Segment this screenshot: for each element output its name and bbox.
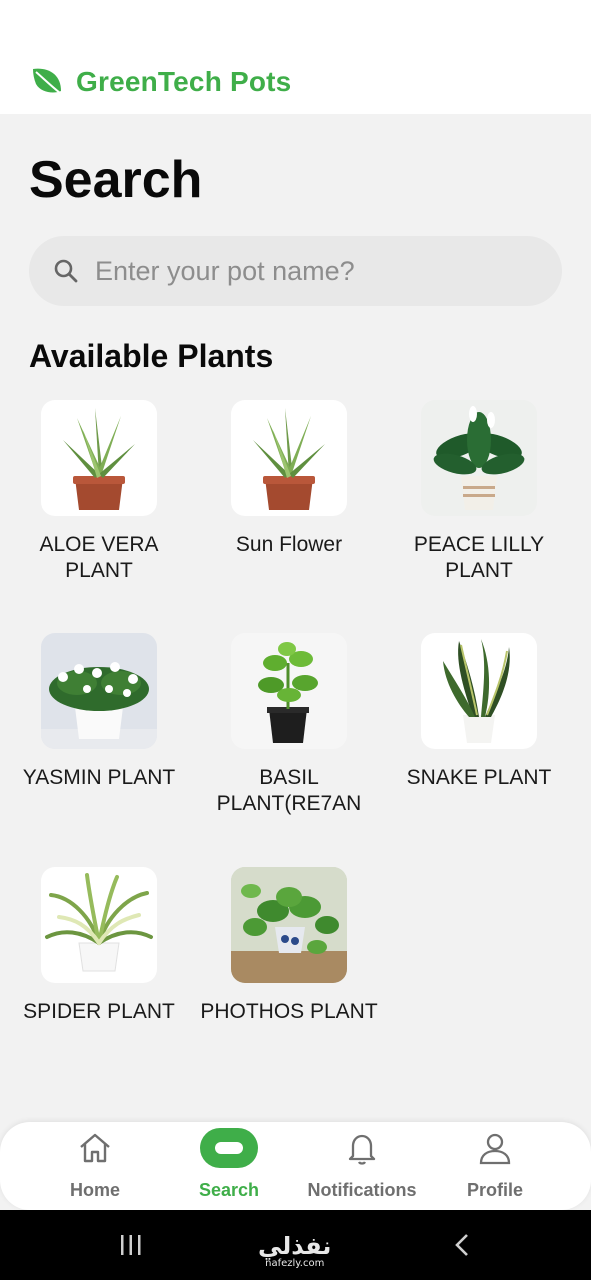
brand-name: GreenTech Pots [76,66,292,97]
plant-name: SPIDER PLANT [23,1000,175,1023]
plant-card[interactable]: BASIL PLANT(RE7AN [194,633,384,817]
aloe-vera-image [41,400,157,516]
nav-home[interactable]: Home [30,1130,160,1206]
nav-label: Home [69,1180,120,1200]
plant-name: SNAKE PLANT [406,766,552,789]
plant-card[interactable]: Sun Flower [194,400,384,558]
spider-plant-image [41,867,157,983]
plant-name: YASMIN PLANT [22,766,176,789]
plant-card[interactable]: PHOTHOS PLANT [194,867,384,1025]
back-icon[interactable] [450,1232,476,1258]
user-icon [479,1133,511,1165]
peace-lily-image [421,400,537,516]
nav-notifications[interactable]: Notifications [297,1130,427,1206]
watermark: نفذلي nafezly.com [258,1232,331,1269]
aloe-vera-image [231,400,347,516]
plant-name: Sun Flower [235,533,343,556]
plant-card[interactable]: PEACE LILLY PLANT [384,400,574,584]
plant-card[interactable]: YASMIN PLANT [4,633,194,791]
plant-name: PEACE LILLY PLANT [413,533,545,582]
pothos-image [231,867,347,983]
nav-label: Notifications [307,1180,417,1200]
plant-card[interactable]: SPIDER PLANT [4,867,194,1025]
snake-plant-image [421,633,537,749]
search-bar[interactable] [29,236,562,306]
plant-name: PHOTHOS PLANT [200,1000,378,1023]
bell-icon [348,1134,376,1165]
watermark-text: نفذلي [258,1232,332,1260]
search-icon [54,259,78,283]
watermark-url: nafezly.com [265,1258,325,1269]
plant-card[interactable]: ALOE VERA PLANT [4,400,194,584]
brand-logo[interactable]: GreenTech Pots [30,62,291,102]
home-icon [80,1133,110,1163]
bottom-navigation: Home Search Notifications Profile [0,1122,591,1210]
search-input[interactable] [95,255,535,287]
app-header: GreenTech Pots [0,0,591,114]
leaf-icon [33,68,61,94]
basil-image [231,633,347,749]
plant-name: BASIL PLANT(RE7AN [216,766,362,815]
plant-name: ALOE VERA PLANT [39,533,159,582]
jasmine-image [41,633,157,749]
recent-apps-icon[interactable] [118,1232,144,1258]
search-pill-icon [200,1128,258,1168]
nav-label: Profile [466,1180,523,1200]
nav-label: Search [198,1180,260,1200]
nav-profile[interactable]: Profile [430,1130,560,1206]
section-title: Available Plants [29,338,274,374]
nav-search[interactable]: Search [164,1128,294,1206]
page-title: Search [29,151,203,209]
plant-card[interactable]: SNAKE PLANT [384,633,574,791]
